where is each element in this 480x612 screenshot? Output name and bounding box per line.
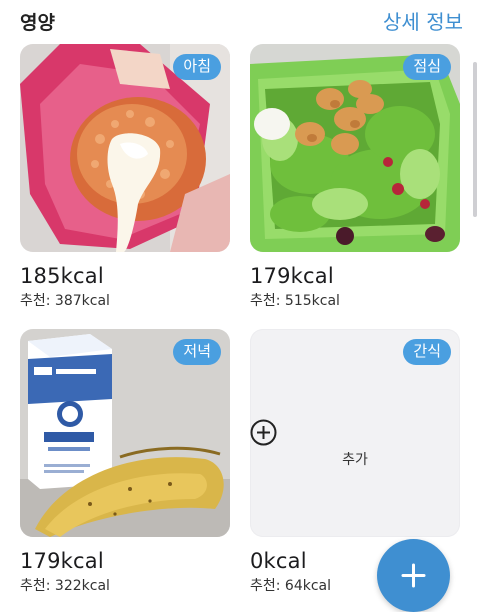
- meal-badge-dinner: 저녁: [173, 339, 221, 365]
- scrollbar[interactable]: [473, 62, 477, 217]
- meal-badge-snack: 간식: [403, 339, 451, 365]
- dinner-recommended: 추천: 322kcal: [20, 578, 110, 594]
- add-meal-button[interactable]: 추가: [250, 419, 460, 469]
- floating-add-button[interactable]: [377, 539, 450, 612]
- breakfast-recommended: 추천: 387kcal: [20, 293, 110, 309]
- breakfast-kcal: 185kcal: [20, 264, 104, 288]
- lunch-recommended: 추천: 515kcal: [250, 293, 340, 309]
- add-label: 추가: [342, 452, 368, 468]
- meal-card-breakfast[interactable]: 아침: [20, 44, 230, 252]
- meal-badge-breakfast: 아침: [173, 54, 221, 80]
- detail-link[interactable]: 상세 정보: [383, 6, 463, 35]
- lunch-kcal: 179kcal: [250, 264, 334, 288]
- snack-kcal: 0kcal: [250, 549, 307, 573]
- dinner-kcal: 179kcal: [20, 549, 104, 573]
- meal-card-lunch[interactable]: 점심: [250, 44, 460, 252]
- add-circle-icon: [250, 419, 277, 446]
- header: 영양 상세 정보: [0, 0, 480, 40]
- snack-recommended: 추천: 64kcal: [250, 578, 332, 594]
- section-title: 영양: [20, 12, 55, 34]
- meal-card-snack[interactable]: 간식 추가: [250, 329, 460, 537]
- meal-badge-lunch: 점심: [403, 54, 451, 80]
- plus-icon: [401, 563, 426, 588]
- meal-card-dinner[interactable]: 저녁: [20, 329, 230, 537]
